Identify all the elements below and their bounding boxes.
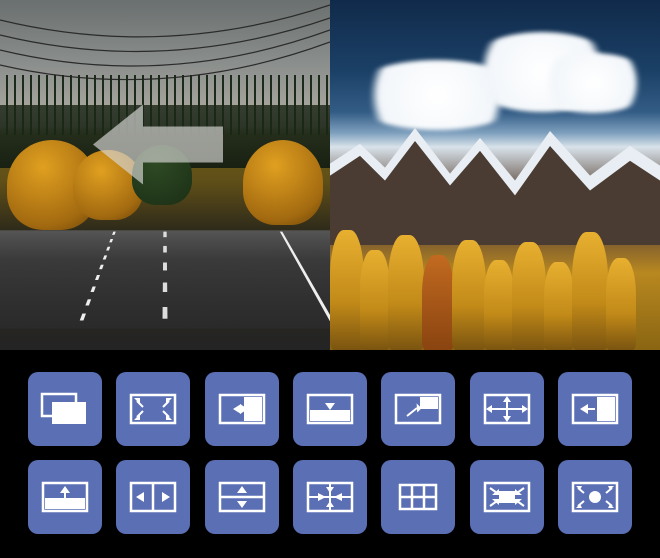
push-down-icon [305, 392, 355, 426]
push-left-icon [570, 392, 620, 426]
iris-icon [570, 480, 620, 514]
expand-out-icon [128, 392, 178, 426]
direction-left-arrow-icon [93, 105, 223, 190]
split-horizontal-icon [128, 480, 178, 514]
transition-row-1 [28, 372, 632, 446]
transition-push-left[interactable] [558, 372, 632, 446]
preview-pane-right [330, 0, 660, 350]
overlap-wipe-icon [40, 392, 90, 426]
transition-overlap-wipe[interactable] [28, 372, 102, 446]
push-up-icon [40, 480, 90, 514]
transition-push-down[interactable] [293, 372, 367, 446]
transition-collapse-center[interactable] [293, 460, 367, 534]
expand-center-icon [482, 392, 532, 426]
push-right-icon [217, 392, 267, 426]
transition-expand-center[interactable] [470, 372, 544, 446]
transition-grid[interactable] [381, 460, 455, 534]
transition-row-2 [28, 460, 632, 534]
transition-expand-out[interactable] [116, 372, 190, 446]
transition-toolbar [0, 360, 660, 558]
transition-split-vertical[interactable] [205, 460, 279, 534]
shrink-in-icon [482, 480, 532, 514]
split-vertical-icon [217, 480, 267, 514]
transition-push-up[interactable] [28, 460, 102, 534]
transition-corner-reveal[interactable] [381, 372, 455, 446]
grid-icon [393, 480, 443, 514]
transition-preview [0, 0, 660, 350]
transition-shrink-in[interactable] [470, 460, 544, 534]
transition-push-right[interactable] [205, 372, 279, 446]
corner-reveal-icon [393, 392, 443, 426]
transition-iris[interactable] [558, 460, 632, 534]
transition-split-horizontal[interactable] [116, 460, 190, 534]
collapse-center-icon [305, 480, 355, 514]
